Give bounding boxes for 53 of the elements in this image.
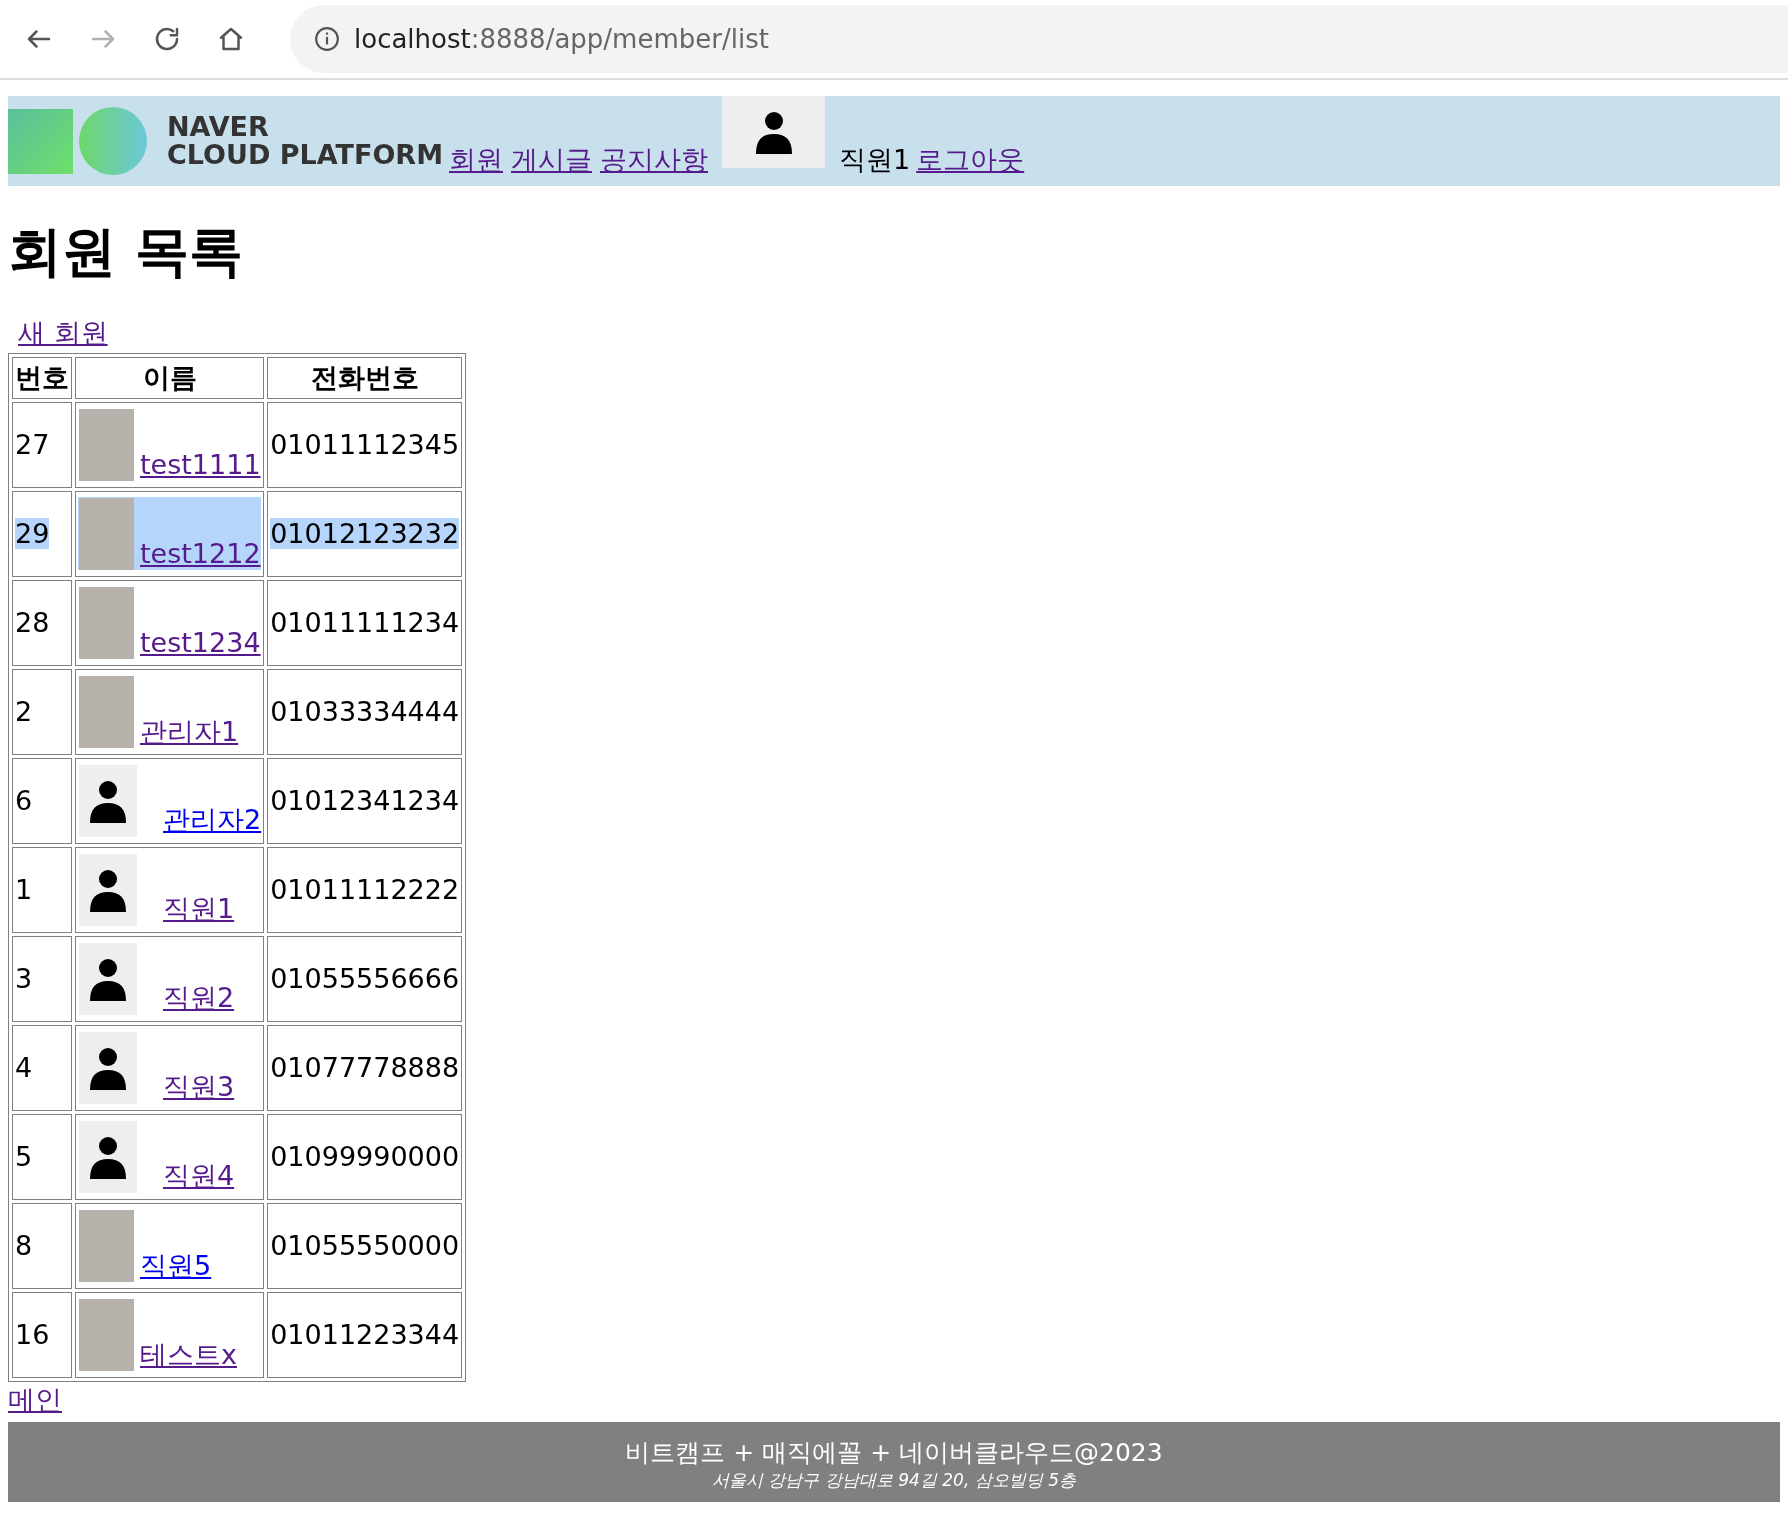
avatar-icon bbox=[79, 764, 137, 837]
page-title: 회원 목록 bbox=[8, 220, 244, 285]
table-cell: 01077778888 bbox=[270, 1051, 460, 1083]
table-cell: 1 bbox=[15, 873, 33, 905]
footer-address: 서울시 강남구 강남대로 94길 20, 삼오빌딩 5층 bbox=[711, 1468, 1077, 1492]
table-cell: 01011112222 bbox=[270, 873, 460, 905]
column-header: 전화번호 bbox=[267, 356, 463, 399]
avatar-icon bbox=[722, 96, 825, 168]
member-name-link[interactable]: 관리자1 bbox=[140, 716, 239, 747]
footer-credits: 비트캠프 + 매직에꼴 + 네이버클라우드@2023 bbox=[624, 1436, 1164, 1469]
member-name-link[interactable]: 직원1 bbox=[163, 894, 235, 924]
nav-link[interactable]: 게시글 bbox=[511, 142, 592, 178]
table-cell: 16 bbox=[15, 1318, 50, 1350]
table-cell: 01055556666 bbox=[270, 962, 460, 994]
avatar-icon bbox=[79, 1031, 137, 1104]
table-cell: 01011223344 bbox=[270, 1318, 460, 1350]
table-cell: 6 bbox=[15, 784, 33, 816]
address-bar[interactable]: localhost:8888/app/member/list bbox=[290, 5, 1788, 73]
new-member-link[interactable]: 새 회원 bbox=[18, 316, 108, 348]
logout-link[interactable]: 로그아웃 bbox=[916, 142, 1025, 178]
logo-square-icon bbox=[8, 108, 73, 174]
table-cell: 3 bbox=[15, 962, 33, 994]
table-cell: 8 bbox=[15, 1229, 33, 1261]
member-name-link[interactable]: 직원4 bbox=[163, 1161, 235, 1191]
table-cell: 4 bbox=[15, 1051, 33, 1083]
avatar-icon bbox=[79, 853, 137, 926]
table-cell: 27 bbox=[15, 428, 50, 460]
info-icon bbox=[314, 26, 340, 52]
member-name-link[interactable]: 직원3 bbox=[163, 1072, 235, 1102]
column-header: 이름 bbox=[75, 356, 265, 399]
table-cell: 01055550000 bbox=[270, 1229, 460, 1261]
logo-text: NAVER CLOUD PLATFORM bbox=[167, 112, 443, 170]
table-cell: 01099990000 bbox=[270, 1140, 460, 1172]
nav-link[interactable]: 공지사항 bbox=[600, 142, 708, 178]
member-name-link[interactable]: 직원5 bbox=[140, 1250, 212, 1281]
nav-link[interactable]: 회원 bbox=[449, 142, 503, 178]
table-cell: 28 bbox=[15, 606, 50, 638]
table-cell: 01012123232 bbox=[270, 517, 460, 549]
table-cell: 01011111234 bbox=[270, 606, 460, 638]
main-link[interactable]: 메인 bbox=[8, 1383, 62, 1415]
table-cell: 2 bbox=[15, 695, 33, 727]
member-name-link[interactable]: 관리자2 bbox=[163, 805, 262, 835]
table-cell: 01033334444 bbox=[270, 695, 460, 727]
table-cell: 01012341234 bbox=[270, 784, 460, 816]
avatar-icon bbox=[79, 942, 137, 1015]
table-cell: 5 bbox=[15, 1140, 33, 1172]
member-name-link[interactable]: 테스트x bbox=[140, 1339, 237, 1370]
column-header: 번호 bbox=[12, 356, 72, 399]
table-cell: 01011112345 bbox=[270, 428, 460, 460]
user-name: 직원1 bbox=[839, 143, 911, 177]
avatar-icon bbox=[79, 1120, 137, 1193]
table-cell: 29 bbox=[15, 517, 50, 549]
member-name-link[interactable]: 직원2 bbox=[163, 983, 235, 1013]
